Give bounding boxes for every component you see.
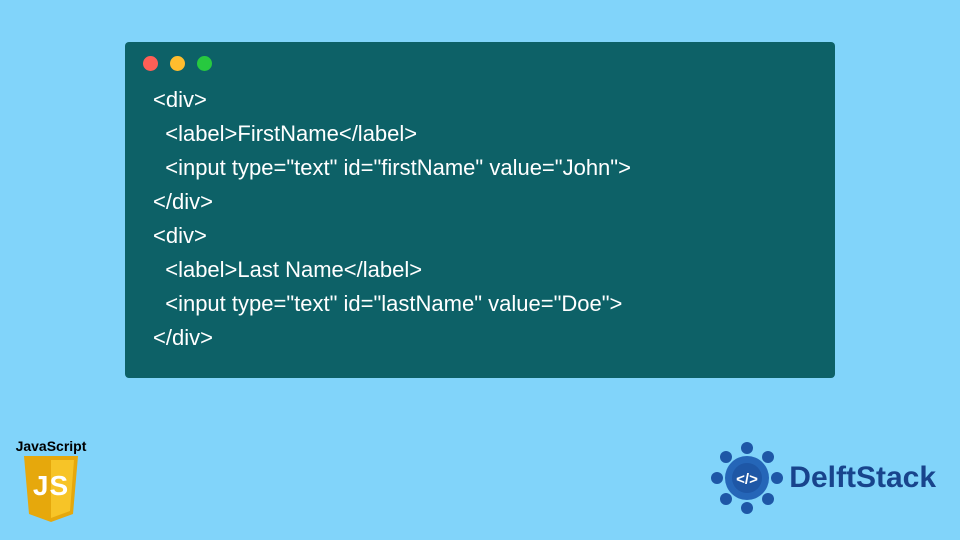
close-icon	[143, 56, 158, 71]
maximize-icon	[197, 56, 212, 71]
minimize-icon	[170, 56, 185, 71]
javascript-label: JavaScript	[10, 438, 92, 454]
delftstack-brand-text: DelftStack	[789, 461, 936, 495]
javascript-badge: JavaScript JS	[10, 438, 92, 522]
svg-text:</>: </>	[736, 471, 758, 488]
code-window: <div> <label>FirstName</label> <input ty…	[125, 42, 835, 378]
code-block: <div> <label>FirstName</label> <input ty…	[125, 83, 835, 355]
javascript-shield-letters: JS	[21, 470, 81, 502]
window-traffic-lights	[125, 56, 835, 71]
delftstack-brand: </> DelftStack	[711, 442, 936, 514]
javascript-shield-icon: JS	[21, 456, 81, 522]
delftstack-logo-icon: </>	[711, 442, 783, 514]
